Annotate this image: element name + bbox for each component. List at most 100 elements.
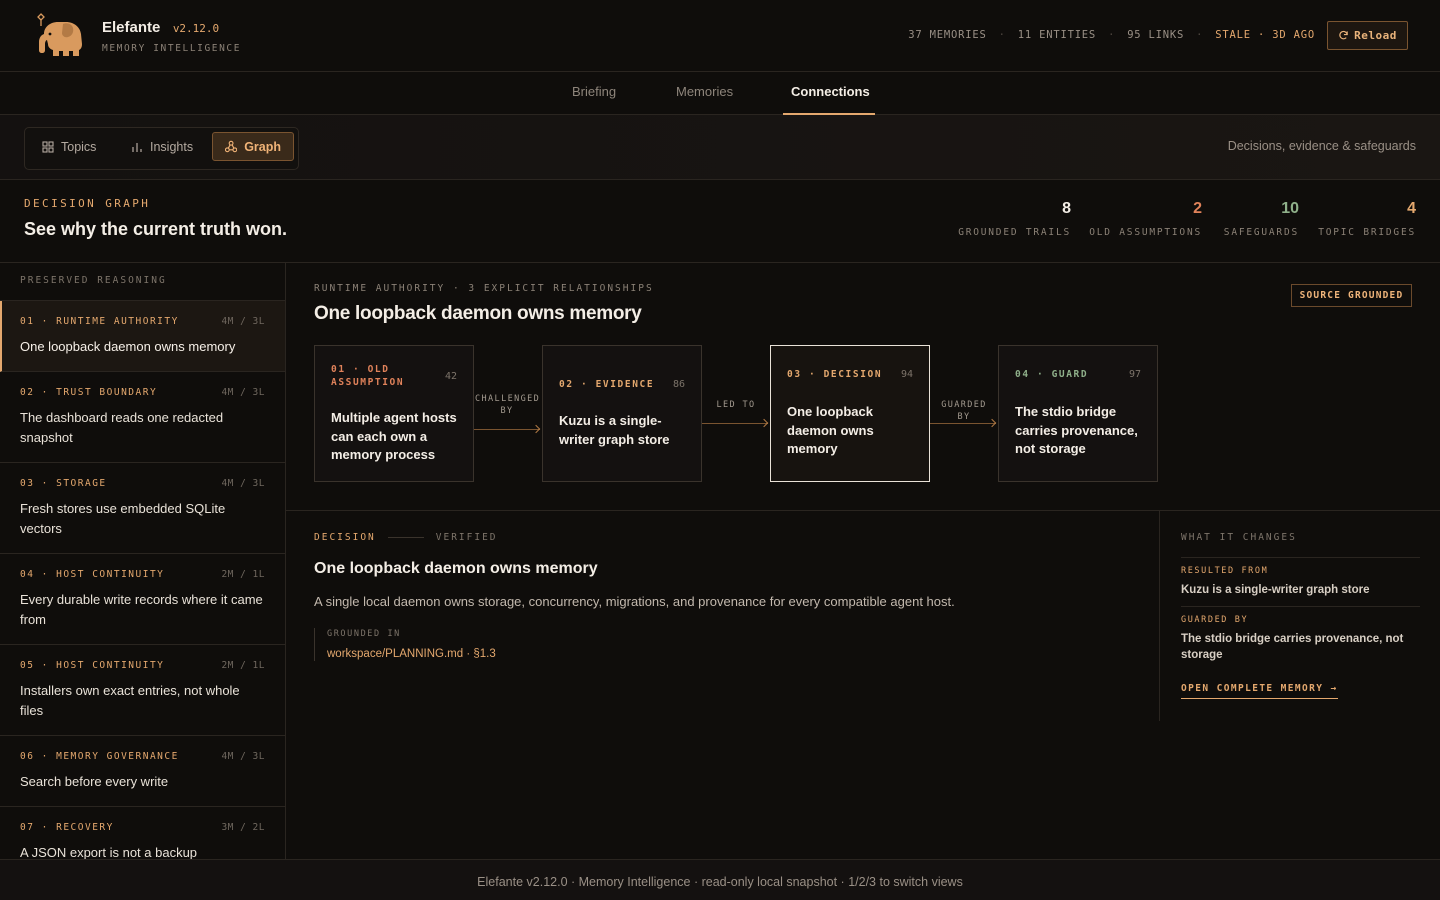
edge-line <box>702 423 768 424</box>
bar-chart-icon <box>132 142 142 152</box>
item-category: 07 · RECOVERY <box>20 822 114 833</box>
metric-grounded-trails: 8 GROUNDED TRAILS <box>958 200 1071 238</box>
main-tabs: Briefing Memories Connections <box>0 72 1440 115</box>
graph-title: One loopback daemon owns memory <box>314 303 642 324</box>
graph-node-guard[interactable]: 04 · GUARD 97 The stdio bridge carries p… <box>998 345 1158 482</box>
node-text: Multiple agent hosts can each own a memo… <box>331 410 457 462</box>
section-title: See why the current truth won. <box>24 219 288 239</box>
metric-old-assumptions: 2 OLD ASSUMPTIONS <box>1089 200 1202 238</box>
list-item[interactable]: 05 · HOST CONTINUITY 2M / 1L Installers o… <box>0 645 285 736</box>
decision-detail: DECISION VERIFIED One loopback daemon ow… <box>286 511 1160 721</box>
graph-icon <box>225 140 238 153</box>
subnav-description: Decisions, evidence & safeguards <box>1227 139 1416 153</box>
item-count: 4M / 3L <box>221 478 265 489</box>
node-score: 94 <box>900 368 913 380</box>
detail-status: VERIFIED <box>435 532 498 543</box>
graph-node-decision[interactable]: 03 · DECISION 94 One loopback daemon own… <box>770 345 930 482</box>
list-item[interactable]: 04 · HOST CONTINUITY 2M / 1L Every durabl… <box>0 554 285 645</box>
resulted-from: RESULTED FROM Kuzu is a single-writer gr… <box>1181 557 1420 598</box>
stat-separator: · <box>998 29 1006 41</box>
metric-value: 10 <box>1281 200 1299 217</box>
item-category: 04 · HOST CONTINUITY <box>20 569 165 580</box>
view-insights-button[interactable]: Insights <box>119 132 205 161</box>
memories-count: 37 MEMORIES <box>908 29 987 41</box>
what-it-changes: WHAT IT CHANGES RESULTED FROM Kuzu is a … <box>1181 511 1420 721</box>
view-switcher: Topics Insights Graph <box>24 127 299 170</box>
guarded-by: GUARDED BY The stdio bridge carries prov… <box>1181 606 1420 663</box>
graph-node-evidence[interactable]: 02 · EVIDENCE 86 Kuzu is a single-writer… <box>542 345 702 482</box>
reasoning-sidebar: PRESERVED REASONING 01 · RUNTIME AUTHORI… <box>0 263 286 859</box>
edge-label-challenged-by: CHALLENGED BY <box>475 394 541 416</box>
list-item[interactable]: 02 · TRUST BOUNDARY 4M / 3L The dashboard… <box>0 372 285 463</box>
node-text: The stdio bridge carries provenance, not… <box>1015 404 1138 456</box>
item-title: The dashboard reads one redacted snapsho… <box>20 410 224 445</box>
grounded-label: GROUNDED IN <box>327 629 401 639</box>
list-item[interactable]: 06 · MEMORY GOVERNANCE 4M / 3L Search bef… <box>0 736 285 807</box>
refresh-icon <box>1339 30 1348 40</box>
grounded-in: GROUNDED IN workspace/PLANNING.md · §1.3 <box>314 628 496 661</box>
node-stage: 04 · GUARD <box>1015 368 1089 380</box>
item-count: 4M / 3L <box>221 316 265 327</box>
brand: Elefante v2.12.0 MEMORY INTELLIGENCE <box>102 19 241 54</box>
section-header: DECISION GRAPH See why the current truth… <box>0 180 1440 263</box>
item-category: 02 · TRUST BOUNDARY <box>20 387 158 398</box>
item-category: 06 · MEMORY GOVERNANCE <box>20 751 179 762</box>
arrow-right-icon <box>759 418 769 428</box>
reload-button[interactable]: Reload <box>1327 21 1408 50</box>
edge-label-guarded-by: GUARDED BY <box>941 400 987 422</box>
item-count: 4M / 3L <box>221 751 265 762</box>
list-item[interactable]: 03 · STORAGE 4M / 3L Fresh stores use emb… <box>0 463 285 554</box>
resulted-label: RESULTED FROM <box>1181 566 1269 576</box>
guarded-value: The stdio bridge carries provenance, not… <box>1181 633 1404 661</box>
edge-line <box>930 423 996 424</box>
view-graph-label: Graph <box>244 139 281 154</box>
arrow-right-icon <box>531 424 541 434</box>
node-stage: 02 · EVIDENCE <box>559 378 655 390</box>
node-score: 86 <box>672 378 685 390</box>
footer: Elefante v2.12.0 · Memory Intelligence ·… <box>0 859 1440 900</box>
graph-eyebrow: RUNTIME AUTHORITY · 3 EXPLICIT RELATIONS… <box>314 283 654 294</box>
edge-label-led-to: LED TO <box>716 400 756 410</box>
detail-tag: DECISION VERIFIED <box>314 532 498 543</box>
tab-briefing[interactable]: Briefing <box>564 72 624 115</box>
node-score: 97 <box>1128 368 1141 380</box>
item-count: 2M / 1L <box>221 660 265 671</box>
item-title: A JSON export is not a backup <box>20 845 198 859</box>
view-topics-label: Topics <box>61 139 97 154</box>
list-item[interactable]: 07 · RECOVERY 3M / 2L A JSON export is no… <box>0 807 285 859</box>
entities-count: 11 ENTITIES <box>1017 29 1097 41</box>
graph-node-old-assumption[interactable]: 01 · OLD ASSUMPTION 42 Multiple agent ho… <box>314 345 474 482</box>
item-category: 03 · STORAGE <box>20 478 107 489</box>
divider <box>387 537 424 538</box>
tab-connections[interactable]: Connections <box>783 72 875 115</box>
detail-title: One loopback daemon owns memory <box>314 560 598 577</box>
item-title: Installers own exact entries, not whole … <box>20 683 240 718</box>
item-count: 3M / 2L <box>221 822 265 833</box>
item-title: Search before every write <box>20 774 169 789</box>
stat-separator: · <box>1108 29 1116 41</box>
elephant-logo <box>37 13 82 56</box>
metric-value: 4 <box>1407 200 1416 217</box>
view-insights-label: Insights <box>150 139 194 154</box>
metric-safeguards: 10 SAFEGUARDS <box>1224 200 1299 238</box>
app-name: Elefante <box>102 19 161 36</box>
changes-heading: WHAT IT CHANGES <box>1181 532 1297 543</box>
view-graph-button[interactable]: Graph <box>212 132 294 161</box>
open-complete-memory-link[interactable]: OPEN COMPLETE MEMORY → <box>1181 683 1338 699</box>
metric-label: TOPIC BRIDGES <box>1318 227 1416 238</box>
node-text: Kuzu is a single-writer graph store <box>559 413 670 447</box>
stat-separator: · <box>1196 29 1204 41</box>
metric-label: OLD ASSUMPTIONS <box>1089 227 1202 238</box>
item-category: 01 · RUNTIME AUTHORITY <box>20 316 179 327</box>
view-subnav: Topics Insights Graph Decisions, evidenc… <box>0 115 1440 180</box>
reload-label: Reload <box>1354 29 1397 42</box>
metric-label: SAFEGUARDS <box>1223 227 1299 238</box>
list-item[interactable]: 01 · RUNTIME AUTHORITY 4M / 3L One loopba… <box>0 301 285 372</box>
grounded-source-link[interactable]: workspace/PLANNING.md · §1.3 <box>327 648 496 660</box>
stale-status: STALE · 3D AGO <box>1215 29 1315 41</box>
tab-memories[interactable]: Memories <box>668 72 741 115</box>
item-category: 05 · HOST CONTINUITY <box>20 660 165 671</box>
item-count: 4M / 3L <box>221 387 265 398</box>
item-title: Every durable write records where it cam… <box>20 592 263 627</box>
view-topics-button[interactable]: Topics <box>30 132 108 161</box>
